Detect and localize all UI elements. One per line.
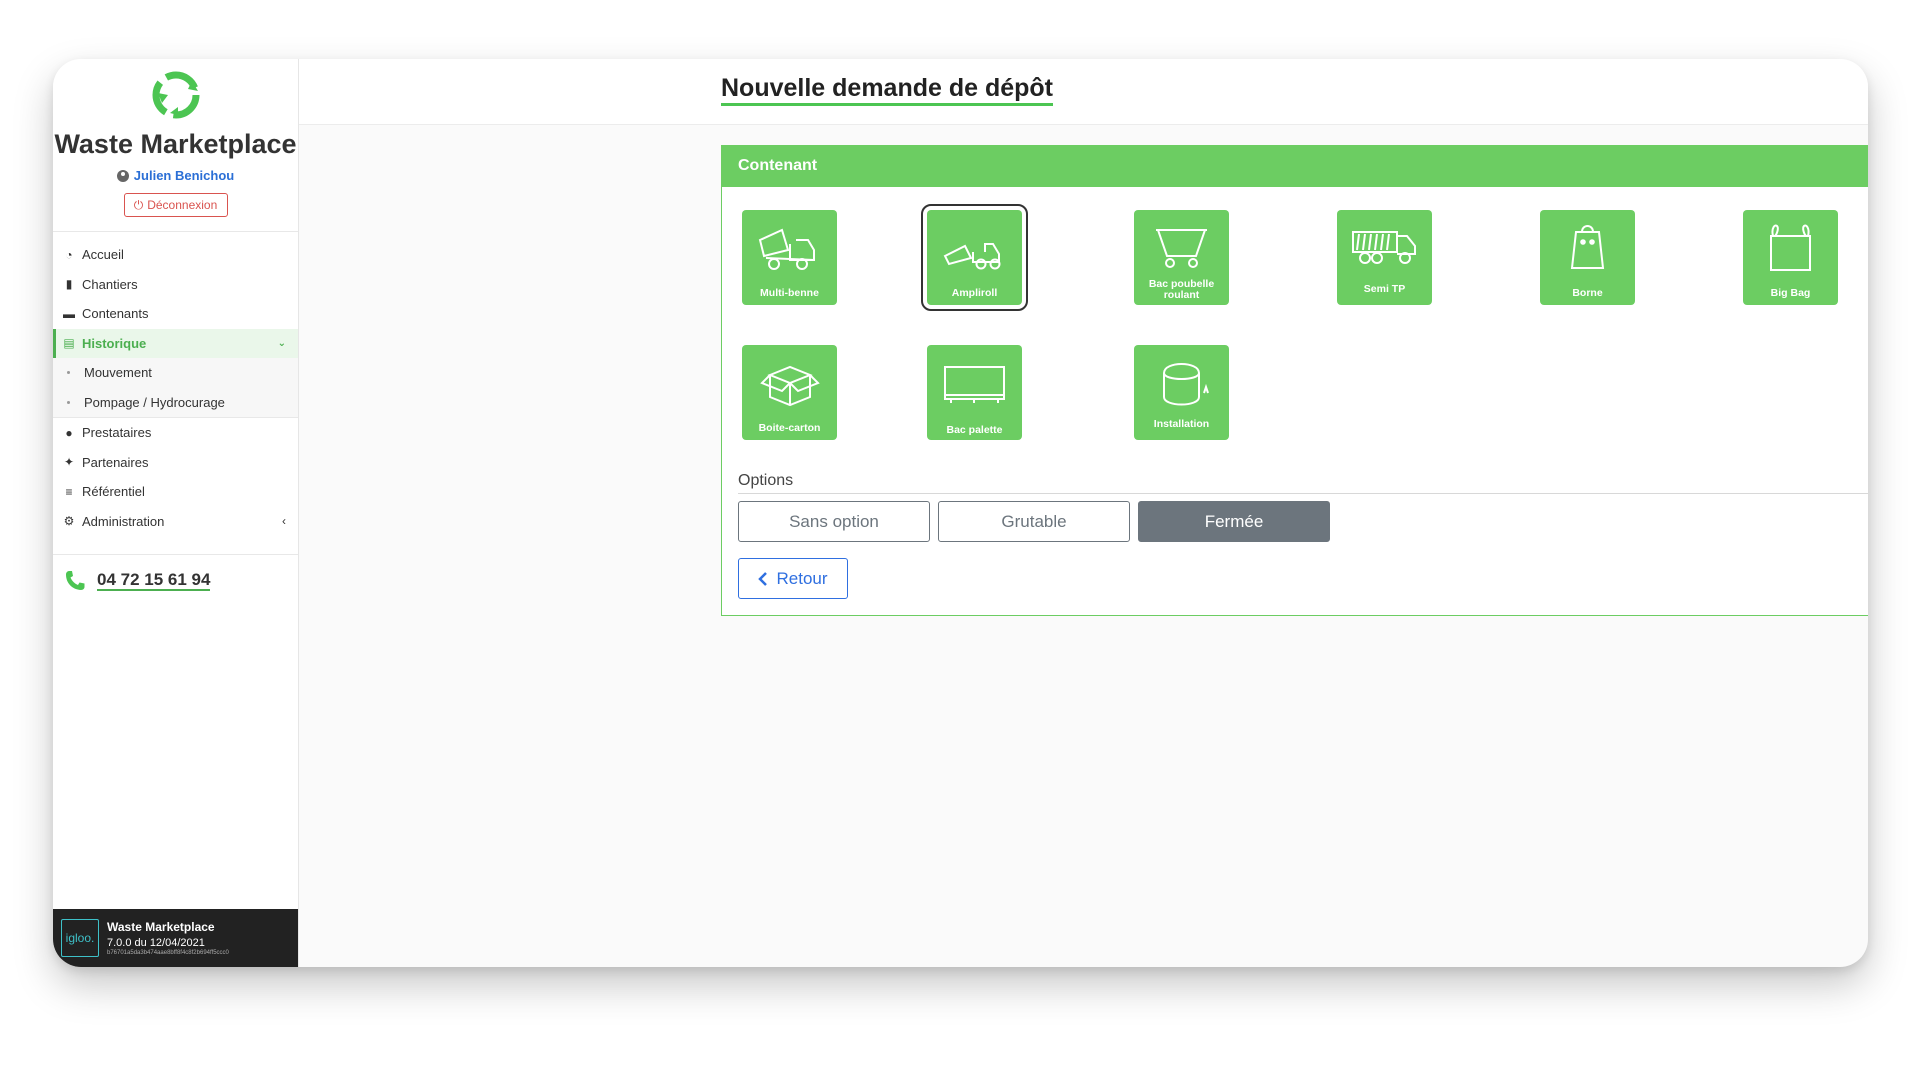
sidebar-item-label: Accueil: [82, 247, 124, 263]
app-name: Waste Marketplace: [54, 129, 297, 159]
sidebar-item-label: Prestataires: [82, 425, 152, 441]
recycle-logo-icon: [152, 71, 199, 119]
list-icon: ≡: [65, 484, 73, 499]
option-grutable-button[interactable]: Grutable: [938, 501, 1130, 542]
sidebar-nav: ◔ Accueil ▮ Chantiers ▬ Contenants ▤ His…: [53, 232, 298, 536]
logout-button[interactable]: ⏻ Déconnexion: [123, 193, 228, 217]
tile-label: Ampliroll: [951, 287, 998, 299]
cardboard-box-icon: [760, 365, 820, 407]
phone-number[interactable]: 04 72 15 61 94: [97, 571, 211, 591]
bag-terminal-icon: [1570, 225, 1605, 269]
user-name: Julien Benichou: [133, 168, 235, 183]
options-label: Options: [738, 472, 794, 489]
power-icon: ⏻: [133, 197, 144, 212]
contenant-panel: Contenant Multi-benne Ampliroll Bac poub…: [721, 145, 1868, 616]
footer-hash: b76701a5da3b474aae8bff8f4c8f2b694ff5ccc0: [107, 950, 229, 956]
tile-label: Semi TP: [1363, 283, 1406, 295]
back-button[interactable]: Retour: [738, 558, 848, 599]
tile-label: Multi-benne: [760, 287, 819, 299]
ampliroll-truck-icon: [943, 243, 1001, 270]
historique-submenu: Mouvement Pompage / Hydrocurage: [53, 358, 298, 418]
handshake-icon: ✦: [63, 455, 75, 470]
bullet-icon: [67, 400, 70, 404]
tile-label: Installation: [1153, 418, 1210, 430]
sidebar-item-label: Historique: [82, 335, 147, 351]
sidebar-item-prestataires[interactable]: ● Prestataires: [53, 418, 298, 448]
footer-title: Waste Marketplace: [107, 920, 215, 934]
chevron-down-icon: ⌄: [277, 337, 286, 349]
tile-label: Boite-carton: [758, 422, 821, 434]
option-sans-option-button[interactable]: Sans option: [738, 501, 930, 542]
tile-big-bag[interactable]: Big Bag: [1743, 210, 1838, 305]
back-label: Retour: [776, 568, 828, 588]
sidebar-item-contenants[interactable]: ▬ Contenants: [53, 299, 298, 329]
big-bag-icon: [1770, 224, 1811, 271]
sidebar-subitem-pompage[interactable]: Pompage / Hydrocurage: [53, 388, 298, 418]
tile-ampliroll[interactable]: Ampliroll: [921, 204, 1028, 311]
page-header: Nouvelle demande de dépôt: [299, 59, 1868, 125]
footer-info: Waste Marketplace 7.0.0 du 12/04/2021 b7…: [107, 920, 229, 956]
rolling-bin-icon: [1156, 229, 1207, 268]
sidebar-subitem-label: Pompage / Hydrocurage: [84, 394, 225, 410]
page-title: Nouvelle demande de dépôt: [721, 74, 1054, 106]
user-icon: ●: [65, 425, 73, 440]
sidebar-footer: igloo. Waste Marketplace 7.0.0 du 12/04/…: [53, 909, 298, 967]
tile-installation[interactable]: Installation: [1134, 345, 1229, 440]
option-fermee-button[interactable]: Fermée: [1138, 501, 1330, 542]
sidebar-item-partenaires[interactable]: ✦ Partenaires: [53, 448, 298, 478]
tile-label: Bac poubelle roulant: [1148, 278, 1215, 301]
sidebar-item-label: Contenants: [82, 306, 149, 322]
tank-installation-icon: [1163, 363, 1209, 406]
logout-label: Déconnexion: [147, 198, 218, 212]
options-divider: [738, 493, 1868, 494]
tile-boite-carton[interactable]: Boite-carton: [742, 345, 837, 440]
tile-label: Borne: [1572, 287, 1603, 299]
semi-trailer-icon: [1352, 231, 1416, 264]
sidebar-item-accueil[interactable]: ◔ Accueil: [53, 240, 298, 270]
sidebar-item-label: Chantiers: [82, 276, 138, 292]
multi-benne-truck-icon: [758, 228, 815, 270]
panel-header: Contenant: [722, 146, 1868, 187]
sidebar-item-chantiers[interactable]: ▮ Chantiers: [53, 270, 298, 300]
dashboard-icon: ◔: [65, 247, 73, 262]
sidebar-item-historique[interactable]: ▤ Historique ⌄: [53, 328, 298, 358]
current-user[interactable]: Julien Benichou: [53, 168, 298, 183]
sidebar-subitem-mouvement[interactable]: Mouvement: [53, 358, 298, 388]
app-window: Waste Marketplace Julien Benichou ⏻ Déco…: [53, 59, 1868, 967]
brand: Waste Marketplace Julien Benichou ⏻ Déco…: [53, 59, 298, 217]
sidebar-item-referentiel[interactable]: ≡ Référentiel: [53, 477, 298, 507]
sidebar-subitem-label: Mouvement: [84, 365, 152, 381]
user-circle-icon: [116, 169, 129, 182]
tile-label: Big Bag: [1770, 287, 1811, 299]
building-icon: ▮: [65, 277, 73, 292]
tile-bac-palette[interactable]: Bac palette: [927, 345, 1022, 440]
phone-icon: [66, 571, 85, 590]
sidebar-item-label: Référentiel: [82, 484, 145, 500]
chevron-left-icon: ‹: [282, 514, 286, 529]
phone-contact[interactable]: 04 72 15 61 94: [53, 554, 298, 593]
container-icon: ▬: [63, 306, 75, 321]
sidebar-item-label: Administration: [82, 513, 165, 529]
sidebar: Waste Marketplace Julien Benichou ⏻ Déco…: [53, 59, 299, 967]
pallet-bin-icon: [944, 366, 1005, 403]
footer-version: 7.0.0 du 12/04/2021: [107, 937, 205, 949]
tile-semi-tp[interactable]: Semi TP: [1337, 210, 1432, 305]
sidebar-item-administration[interactable]: ⚙ Administration ‹: [53, 507, 298, 537]
chevron-left-icon: [758, 571, 768, 586]
tile-label: Bac palette: [946, 424, 1003, 436]
tile-borne[interactable]: Borne: [1540, 210, 1635, 305]
sidebar-item-label: Partenaires: [82, 454, 149, 470]
igloo-logo: igloo.: [61, 919, 99, 957]
tile-multi-benne[interactable]: Multi-benne: [742, 210, 837, 305]
tile-bac-poubelle-roulant[interactable]: Bac poubelle roulant: [1134, 210, 1229, 305]
main-content: Nouvelle demande de dépôt Contenant Mult…: [299, 59, 1868, 967]
gears-icon: ⚙: [63, 514, 75, 529]
bullet-icon: [67, 371, 70, 375]
document-icon: ▤: [63, 336, 75, 351]
